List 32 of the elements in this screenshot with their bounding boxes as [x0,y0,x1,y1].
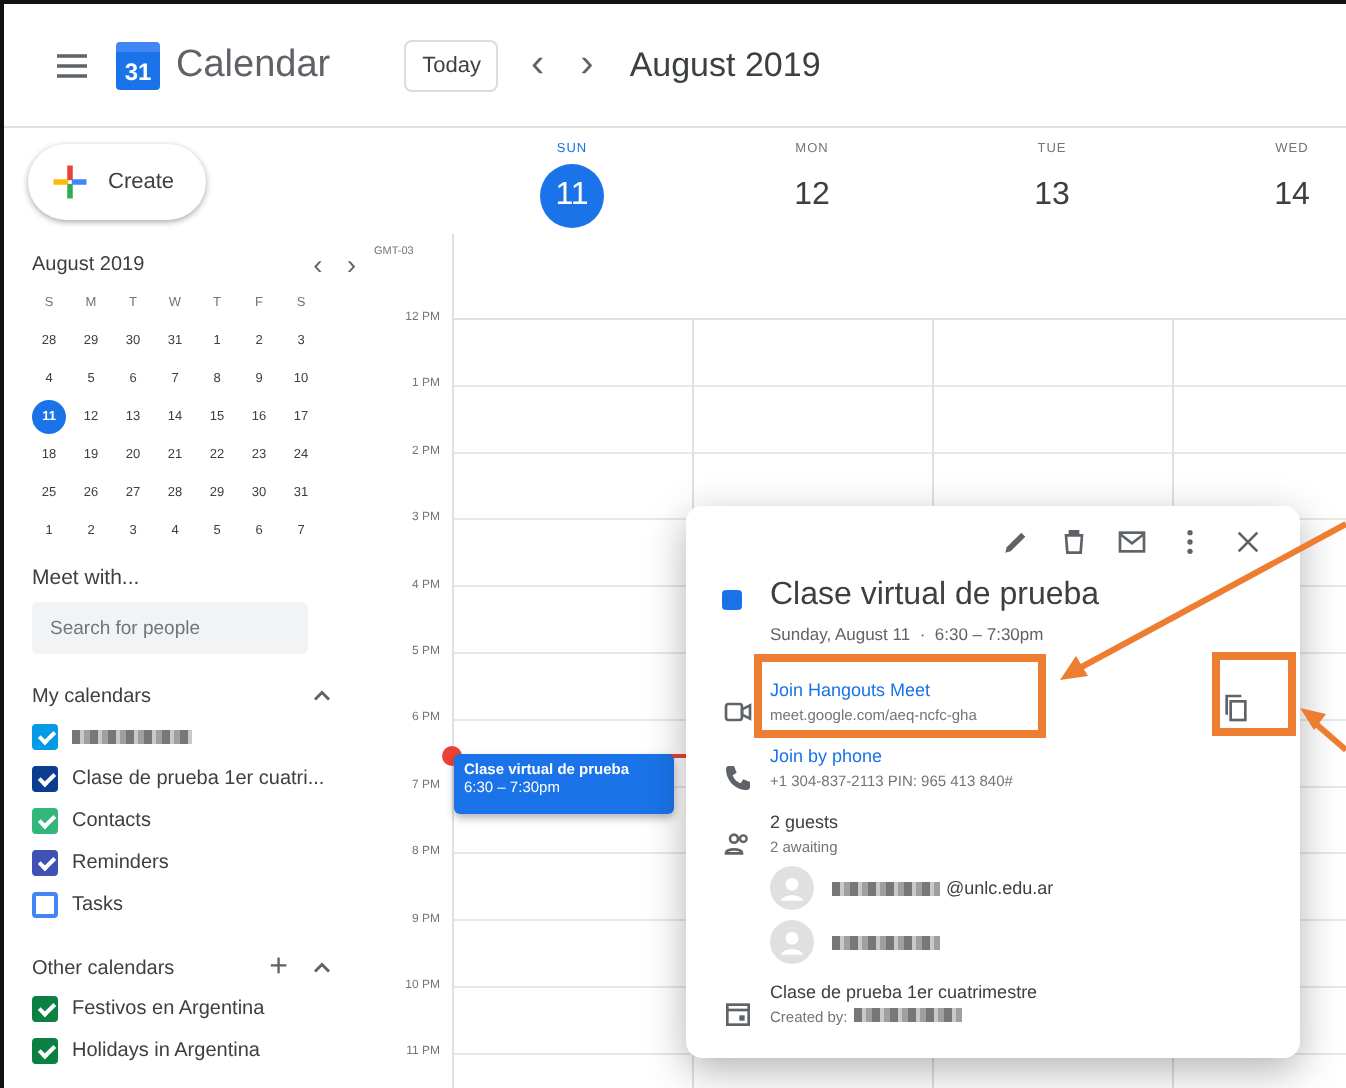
period-title: August 2019 [629,45,821,85]
section-title: Other calendars [32,957,175,979]
create-button[interactable]: Create [28,144,207,220]
calendar-name: Tasks [72,894,124,916]
day-number[interactable]: 14 [1260,164,1324,228]
calendar-name: Contacts [72,810,151,832]
month-title: August 2019 [32,253,147,275]
previous-button[interactable]: ‹ [526,42,549,88]
calendar-logo: 31 [116,41,160,89]
calendar-name: Clase de prueba 1er cuatrimestre [770,982,1038,1002]
section-title: My calendars [32,685,151,707]
day-number[interactable]: 12 [780,164,844,228]
search-field[interactable]: Search for people [32,602,308,654]
add-button[interactable]: + [269,954,288,982]
phone-link[interactable]: Join by phone [770,746,1013,766]
app-name: Calendar [176,43,331,87]
meet-link[interactable]: Join Hangouts Meet [770,680,1220,700]
next-button[interactable]: › [576,42,598,88]
guest-email: @unlc.edu.ar [946,878,1054,898]
day-number[interactable]: 13 [1020,164,1084,228]
calendar-name: Festivos en Argentina [72,998,265,1020]
guest-count: 2 guests [770,812,841,832]
calendar-name: Reminders [72,852,169,874]
event-title: Clase virtual de prueba [770,578,1100,614]
event-time: Sunday, August 11 · 6:30 – 7:30pm [770,624,1046,644]
calendar-name: Clase de prueba 1er cuatri... [72,768,325,790]
section-title: Meet with... [32,566,142,590]
calendar-name: Holidays in Argentina [72,1040,260,1062]
next-month-button[interactable]: › [334,248,368,280]
today-button[interactable]: Today [404,39,499,91]
day-number[interactable]: 11 [540,164,604,228]
previous-month-button[interactable]: ‹ [301,248,335,280]
